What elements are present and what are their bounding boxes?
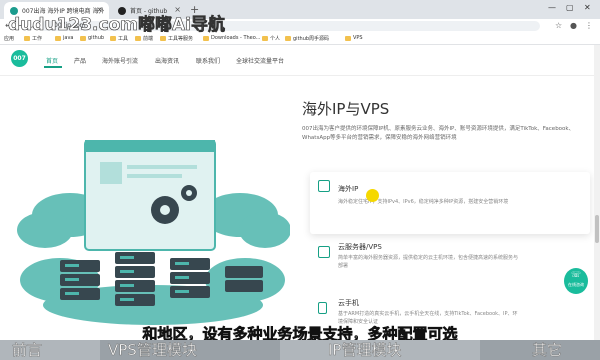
folder-icon (80, 35, 86, 41)
server-icon (318, 246, 330, 258)
folder-icon (285, 35, 291, 41)
site-logo[interactable]: 007 (11, 50, 28, 67)
maximize-icon[interactable]: ▢ (566, 3, 574, 12)
bookmark-item[interactable]: 工具等服务 (160, 34, 193, 42)
bookmark-item[interactable]: 工作 (24, 34, 42, 42)
active-nav-underline (44, 66, 62, 68)
bookmark-item[interactable]: github (80, 34, 104, 42)
folder-icon (135, 35, 141, 41)
bookmark-item[interactable]: 应用 (4, 34, 14, 42)
card-cloud-phone[interactable]: 云手机 基于ARM打造的真实云手机，云手机全天在线，支持TikTok、Faceb… (310, 294, 590, 325)
site-header (0, 45, 600, 76)
bookmark-item[interactable]: Downloads - Theo... (203, 34, 260, 42)
chapter-item[interactable]: IP管理模块 (280, 340, 480, 360)
folder-icon (203, 35, 209, 41)
customer-service-button[interactable]: ☏ 在线咨询 (564, 268, 588, 294)
bookmark-item[interactable]: 个人 (262, 34, 280, 42)
close-window-icon[interactable]: ✕ (584, 3, 591, 12)
chapter-item[interactable]: 前言 (0, 340, 100, 360)
section-title: 海外IP与VPS (302, 100, 390, 118)
bookmark-item[interactable]: github周手源码 (285, 34, 329, 42)
chapter-strip: 前言 VPS管理模块 IP管理模块 其它 (0, 340, 600, 360)
profile-icon[interactable]: ● (570, 21, 577, 30)
headset-icon: ☏ (570, 270, 581, 279)
watermark: dudu123.com嘟嘟Ai导航 (8, 15, 226, 36)
phone-icon (318, 302, 327, 314)
service-label: 在线咨询 (568, 282, 584, 287)
nav-news[interactable]: 出海资讯 (155, 56, 179, 65)
home-icon (318, 180, 330, 192)
bookmark-item[interactable]: 前端 (135, 34, 153, 42)
card-desc: 海外稳定住宅IP，支持IPv4、IPv6，稳定纯净多种IP资源，搭建安全营销环境 (338, 199, 509, 205)
scrollbar-thumb[interactable] (595, 215, 599, 243)
card-desc: 简单丰富的海外服务器资源，提供稳定的云主机环境，包含便捷高速的系统服务与部署 (338, 255, 519, 269)
minimize-icon[interactable]: — (548, 3, 556, 12)
nav-home[interactable]: 首页 (46, 56, 58, 65)
folder-icon (24, 35, 30, 41)
folder-icon (55, 35, 61, 41)
cloud-server-illustration (17, 140, 290, 325)
bookmark-star-icon[interactable]: ☆ (555, 21, 562, 30)
chapter-item[interactable]: VPS管理模块 (100, 340, 280, 360)
cursor-highlight (366, 189, 379, 202)
folder-icon (345, 35, 351, 41)
card-overseas-ip[interactable]: 海外IP 海外稳定住宅IP，支持IPv4、IPv6，稳定纯净多种IP资源，搭建安… (310, 172, 590, 234)
card-cloud-server[interactable]: 云服务器/VPS 简单丰富的海外服务器资源，提供稳定的云主机环境，包含便捷高速的… (310, 238, 590, 288)
nav-products[interactable]: 产品 (74, 56, 86, 65)
menu-icon[interactable]: ⋮ (585, 21, 593, 30)
nav-contact[interactable]: 联系我们 (196, 56, 220, 65)
folder-icon (262, 35, 268, 41)
nav-social-platform[interactable]: 全球社交流量平台 (236, 56, 284, 65)
nav-overseas-traffic[interactable]: 海外账号引流 (102, 56, 138, 65)
chapter-item[interactable]: 其它 (480, 340, 600, 360)
folder-icon (110, 35, 116, 41)
card-title: 云手机 (338, 299, 359, 307)
folder-icon (160, 35, 166, 41)
bookmark-item[interactable]: VPS (345, 34, 363, 42)
bookmark-item[interactable]: java (55, 34, 73, 42)
bookmark-item[interactable]: 工具 (110, 34, 128, 42)
scrollbar[interactable] (594, 45, 600, 360)
card-title: 海外IP (338, 185, 359, 193)
section-description: 007出海为客户提供的环境保障IP机、原素服务云业务、海外IP、账号资源环境提供… (302, 126, 575, 141)
card-title: 云服务器/VPS (338, 243, 382, 251)
